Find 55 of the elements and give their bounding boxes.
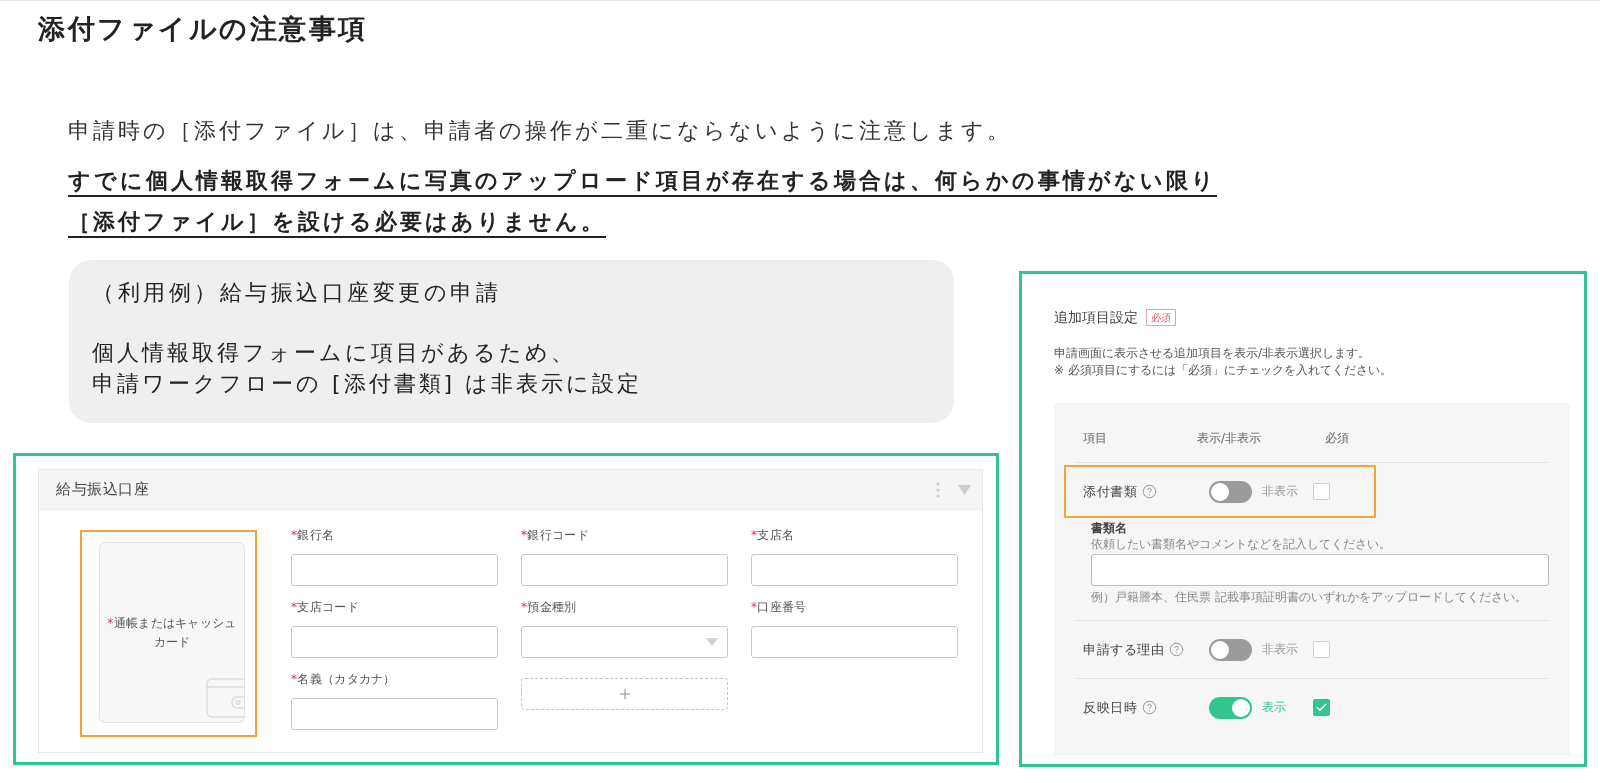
- toggle-status: 非表示: [1262, 641, 1298, 658]
- field-label: *口座番号: [751, 599, 807, 616]
- toggle-status: 非表示: [1262, 483, 1298, 500]
- add-button[interactable]: [521, 678, 728, 710]
- settings-description: 申請画面に表示させる追加項目を表示/非表示選択します。 ※ 必須項目にするには「必須」にチェックを入れてください。: [1054, 345, 1392, 379]
- more-button[interactable]: [936, 481, 940, 498]
- item-label: 反映日時: [1083, 698, 1137, 717]
- column-header: 必須: [1325, 430, 1350, 446]
- settings-title: 追加項目設定: [1054, 308, 1138, 327]
- text-input[interactable]: [291, 554, 498, 586]
- check-icon: [1315, 701, 1328, 714]
- intro-text: 申請時の［添付ファイル］は、申請者の操作が二重にならないように注意します。: [68, 117, 1012, 145]
- caret-icon: [706, 638, 718, 646]
- callout-heading: （利用例）給与振込口座変更の申請: [92, 279, 501, 307]
- card-title: 給与振込口座: [56, 480, 149, 499]
- toggle-switch[interactable]: [1209, 638, 1252, 661]
- upload-label: *通帳またはキャッシュカード: [106, 614, 238, 651]
- field-label: *銀行名: [291, 527, 335, 544]
- item-label: 申請する理由: [1083, 640, 1164, 659]
- field-label: *支店コード: [291, 599, 359, 616]
- column-header: 項目: [1083, 430, 1108, 446]
- column-header: 表示/非表示: [1197, 430, 1263, 446]
- checkbox[interactable]: [1313, 641, 1330, 658]
- field-label: 書類名: [1091, 520, 1127, 536]
- help-icon[interactable]: [1142, 484, 1157, 499]
- text-input[interactable]: [751, 554, 958, 586]
- wallet-icon: [206, 678, 244, 718]
- field-label: *銀行コード: [521, 527, 589, 544]
- notice-text: すでに個人情報取得フォームに写真のアップロード項目が存在する場合は、何らかの事情がない限り ［添付ファイル］を設ける必要はありません。: [68, 167, 1217, 236]
- page-title: 添付ファイルの注意事項: [38, 14, 368, 44]
- help-icon[interactable]: [1142, 700, 1157, 715]
- field-label: *預金種別: [521, 599, 577, 616]
- toggle-switch[interactable]: [1209, 696, 1252, 719]
- upload-area[interactable]: *通帳またはキャッシュカード: [99, 542, 245, 723]
- toggle-status: 表示: [1262, 699, 1286, 716]
- caret-icon: [958, 484, 971, 495]
- checkbox[interactable]: [1313, 483, 1330, 500]
- toggle-switch[interactable]: [1209, 480, 1252, 503]
- callout-text: 個人情報取得フォームに項目があるため、 申請ワークフローの [添付書類] は非表示に設定: [92, 339, 643, 398]
- help-icon[interactable]: [1169, 642, 1184, 657]
- text-input[interactable]: [1091, 554, 1549, 586]
- text-input[interactable]: [291, 626, 498, 658]
- field-hint: 依頼したい書類名やコメントなどを記入してください。: [1091, 536, 1391, 552]
- text-input[interactable]: [521, 554, 728, 586]
- select-field[interactable]: [521, 626, 728, 658]
- kebab-icon: [936, 481, 940, 498]
- example-note: 例）戸籍謄本、住民票 記載事項証明書のいずれかをアップロードしてください。: [1091, 589, 1527, 605]
- item-label: 添付書類: [1083, 482, 1137, 501]
- field-label: *名義（カタカナ）: [291, 671, 396, 688]
- required-badge: 必須: [1146, 308, 1176, 326]
- text-input[interactable]: [751, 626, 958, 658]
- collapse-button[interactable]: [958, 484, 971, 495]
- text-input[interactable]: [291, 698, 498, 730]
- field-label: *支店名: [751, 527, 795, 544]
- checkbox[interactable]: [1313, 699, 1330, 716]
